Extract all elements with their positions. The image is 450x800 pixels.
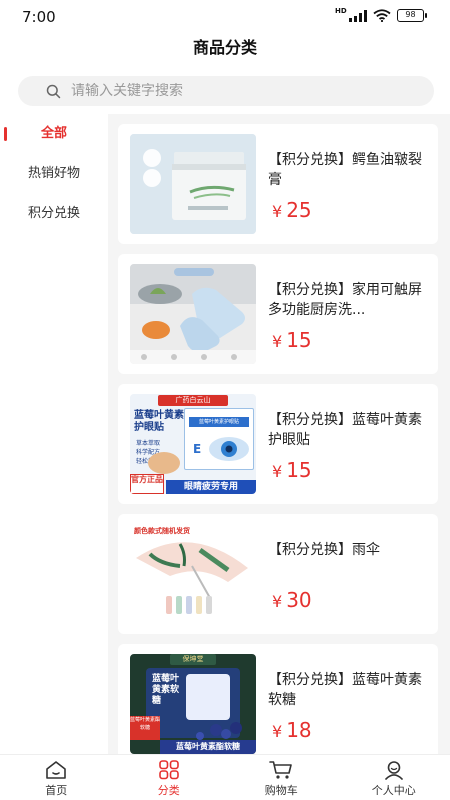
product-image: 颜色款式随机发货 [130,524,256,624]
sidebar-item-points[interactable]: 积分兑换 [0,194,108,234]
price-value: 25 [286,198,312,222]
product-image [130,264,256,364]
category-sidebar: 全部 热销好物 积分兑换 [0,114,108,754]
product-list: 【积分兑换】鳄鱼油皲裂膏 ¥25 【积分兑换】家用可触屏多功能厨房洗... ¥ … [108,114,450,754]
profile-icon [384,761,403,780]
sidebar-item-hot[interactable]: 热销好物 [0,154,108,194]
product-price: ¥18 [272,718,312,742]
battery-icon: 98 [397,9,427,22]
sidebar-item-label: 积分兑换 [27,206,80,221]
price-value: 15 [286,328,312,352]
tab-label: 分类 [157,784,180,797]
currency-symbol: ¥ [272,332,283,351]
price-value: 18 [286,718,312,742]
product-card[interactable]: 【积分兑换】家用可触屏多功能厨房洗... ¥15 [118,254,438,374]
search-input[interactable] [71,83,391,99]
tab-home[interactable]: 首页 [0,755,113,800]
price-value: 30 [286,588,312,612]
wifi-icon [373,9,391,22]
price-value: 15 [286,458,312,482]
currency-symbol: ¥ [272,462,283,481]
product-card[interactable]: 【积分兑换】鳄鱼油皲裂膏 ¥25 [118,124,438,244]
status-time: 7:00 [22,8,56,26]
product-image-feature: 草本萃取 [136,440,161,447]
product-image: 保坤堂 蓝莓叶黄素软糖 蓝莓叶黄素酯软糖 蓝莓叶黄素酯软糖 [130,654,256,754]
battery-level: 98 [405,10,416,19]
product-image [130,134,256,234]
home-icon [46,761,67,779]
product-price: ¥30 [272,588,312,612]
product-image-top-label: 广药白云山 [158,395,228,406]
currency-symbol: ¥ [272,592,283,611]
product-price: ¥15 [272,458,312,482]
gloves-image [130,264,256,364]
product-price: ¥25 [272,198,312,222]
cream-jar-image [130,134,256,234]
cart-icon [269,761,293,779]
product-title: 【积分兑换】蓝莓叶黄素护眼贴 [268,412,422,448]
category-icon [158,760,179,780]
tab-label: 个人中心 [371,784,416,797]
product-title: 【积分兑换】鳄鱼油皲裂膏 [268,152,422,188]
product-image: 广药白云山 蓝莓叶黄素护眼贴 草本萃取 科学配方 轻松舒缓 蓝莓叶黄素护眼贴 E… [130,394,256,494]
product-title: 【积分兑换】家用可触屏多功能厨房洗... [268,282,422,318]
product-box-label: 蓝莓叶黄素护眼贴 [189,417,249,427]
search-icon [46,84,61,98]
product-card[interactable]: 保坤堂 蓝莓叶黄素软糖 蓝莓叶黄素酯软糖 蓝莓叶黄素酯软糖 【积分兑换】蓝莓叶黄… [118,644,438,754]
product-card[interactable]: 颜色款式随机发货 【积分兑换】雨伞 ¥30 [118,514,438,634]
bottom-tab-bar: 首页 分类 购物车 个人中心 [0,754,450,800]
product-image-name: 蓝莓叶黄素护眼贴 [134,410,184,433]
currency-symbol: ¥ [272,202,283,221]
product-box: 蓝莓叶黄素护眼贴 E [184,408,254,470]
svg-text:E: E [193,442,201,456]
umbrella-image [136,542,248,614]
network-type-label: HD [335,6,347,15]
eye-graphic-icon: E [193,437,249,461]
eye-patch-graphic [148,452,180,474]
tab-label: 首页 [45,784,68,797]
product-image-banner: 蓝莓叶黄素酯软糖 [160,740,256,754]
status-bar: 7:00 HD 98 [0,0,450,34]
sidebar-item-label: 全部 [40,126,67,141]
tab-category[interactable]: 分类 [113,755,226,800]
product-image-side-label: 蓝莓叶黄素酯软糖 [130,716,160,740]
signal-icon: HD [335,7,367,22]
sidebar-item-all[interactable]: 全部 [0,114,108,154]
product-title: 【积分兑换】雨伞 [268,542,380,558]
search-bar[interactable] [18,76,434,106]
official-badge: 官方正品 [130,474,164,494]
page-title: 商品分类 [192,38,257,57]
status-icons: HD 98 [335,7,427,22]
currency-symbol: ¥ [272,722,283,741]
product-image-banner: 眼睛疲劳专用 [166,480,256,494]
tab-label: 购物车 [264,784,298,797]
product-price: ¥15 [272,328,312,352]
tab-profile[interactable]: 个人中心 [338,755,450,800]
sidebar-item-label: 热销好物 [27,166,80,181]
tab-cart[interactable]: 购物车 [225,755,338,800]
product-card[interactable]: 广药白云山 蓝莓叶黄素护眼贴 草本萃取 科学配方 轻松舒缓 蓝莓叶黄素护眼贴 E… [118,384,438,504]
product-title: 【积分兑换】蓝莓叶黄素软糖 [268,672,422,708]
